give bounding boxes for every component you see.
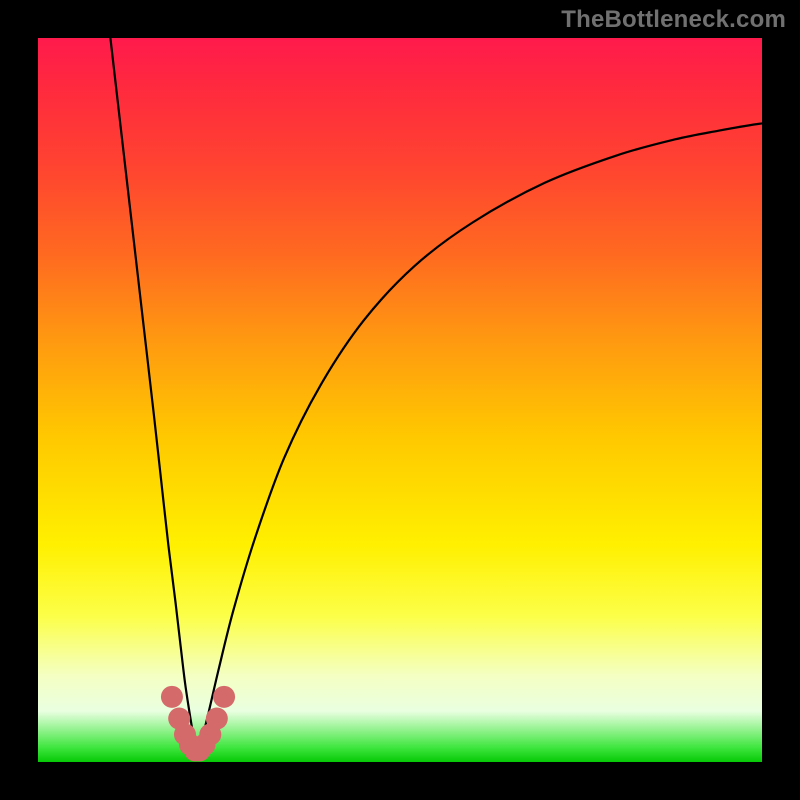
trough-marker [161, 686, 183, 708]
curve-right-branch [197, 123, 762, 754]
curve-left-branch [110, 38, 197, 755]
trough-marker [213, 686, 235, 708]
chart-svg [38, 38, 762, 762]
watermark-text: TheBottleneck.com [561, 6, 786, 34]
chart-frame: TheBottleneck.com [0, 0, 800, 800]
trough-marker [206, 708, 228, 730]
plot-area [38, 38, 762, 762]
